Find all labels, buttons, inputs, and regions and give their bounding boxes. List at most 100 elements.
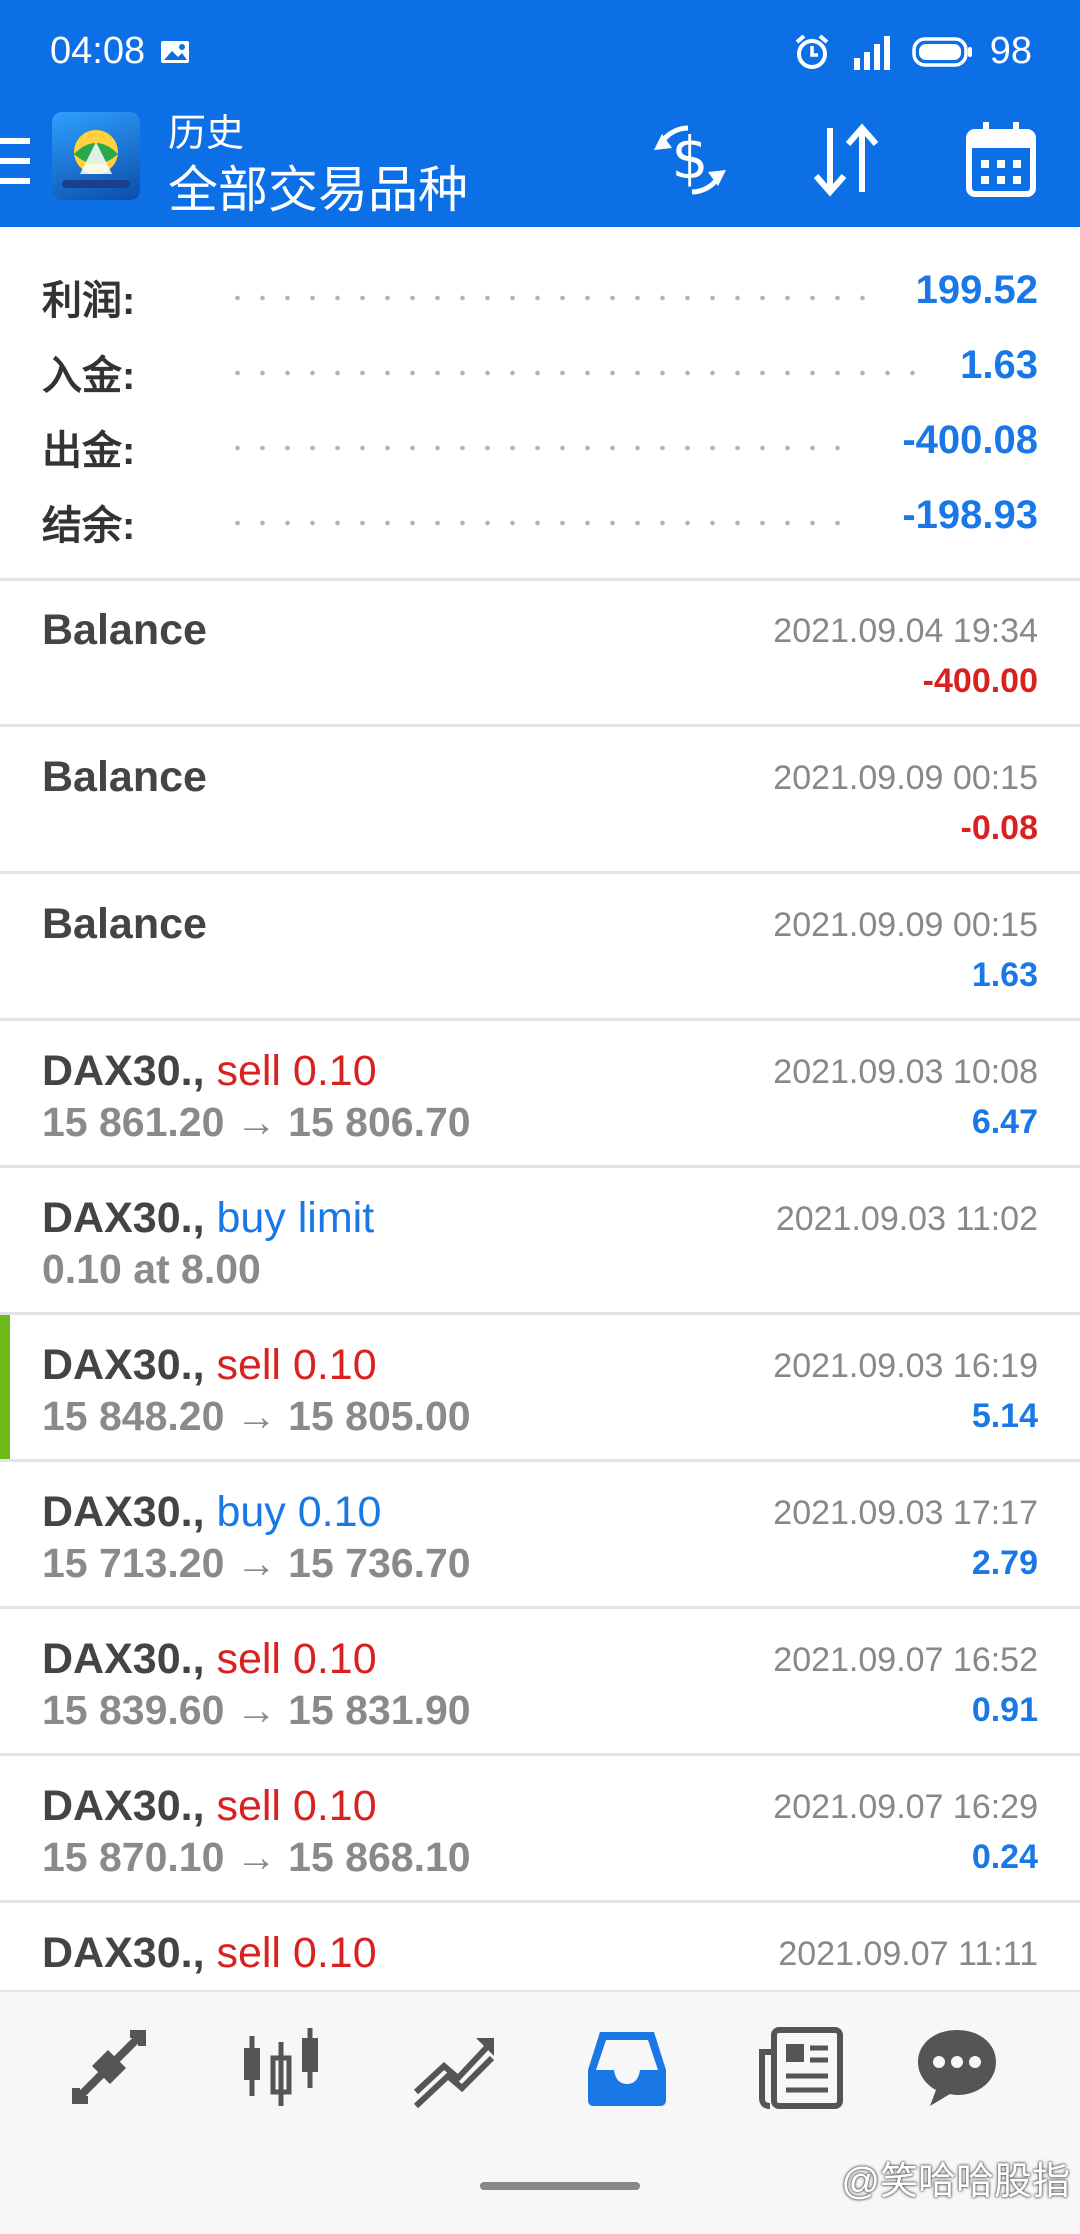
alarm-icon <box>795 33 829 69</box>
image-notification-icon <box>161 41 189 63</box>
summary-withdrawal: 出金: -400.08 <box>0 412 1080 487</box>
menu-icon[interactable] <box>0 136 30 186</box>
battery-icon <box>911 36 972 67</box>
svg-text:$: $ <box>672 124 709 192</box>
deal-symbol: DAX30., <box>42 1635 205 1683</box>
summary-label: 入金: <box>42 354 136 398</box>
deal-prices: 15 861.20 → 15 806.70 <box>42 1099 471 1145</box>
deal-symbol: Balance <box>42 753 207 801</box>
deal-datetime: 2021.09.03 11:02 <box>775 1200 1038 1238</box>
currency-exchange-icon[interactable]: $ <box>648 120 732 200</box>
deal-amount: 6.47 <box>971 1103 1038 1141</box>
summary-value: -198.93 <box>902 493 1038 537</box>
history-row-trade[interactable]: DAX30., sell 0.10 15 839.60 → 15 831.90 … <box>0 1609 1080 1756</box>
history-row-trade-selected[interactable]: DAX30., sell 0.10 15 848.20 → 15 805.00 … <box>0 1315 1080 1462</box>
deal-symbol: Balance <box>42 900 207 948</box>
calendar-icon[interactable] <box>965 120 1037 200</box>
deal-datetime: 2021.09.03 10:08 <box>773 1053 1038 1091</box>
deal-amount: -400.00 <box>922 662 1038 700</box>
history-row-balance[interactable]: Balance 2021.09.09 00:15 1.63 <box>0 874 1080 1021</box>
history-row-balance[interactable]: Balance 2021.09.04 19:34 -400.00 <box>0 580 1080 727</box>
account-summary: 利润: 199.52 入金: 1.63 出金: -400.08 结余: -198… <box>0 262 1080 562</box>
watermark: @笑哈哈股指 <box>841 2161 1070 2203</box>
dot-leader <box>225 370 935 376</box>
summary-value: 199.52 <box>915 268 1038 312</box>
deal-amount: 0.91 <box>971 1691 1038 1729</box>
deal-datetime: 2021.09.03 17:17 <box>773 1494 1038 1532</box>
summary-value: -400.08 <box>902 418 1038 462</box>
deal-title: DAX30., sell 0.10 <box>42 1047 377 1096</box>
history-inbox-icon[interactable] <box>582 2022 672 2112</box>
summary-profit: 利润: 199.52 <box>0 262 1080 337</box>
deal-datetime: 2021.09.09 00:15 <box>773 759 1038 797</box>
deal-symbol: DAX30., <box>42 1341 205 1389</box>
battery-level: 98 <box>989 30 1032 72</box>
deal-amount: 5.14 <box>971 1397 1038 1435</box>
deal-datetime: 2021.09.04 19:34 <box>773 612 1038 650</box>
deal-prices: 15 713.20 → 15 736.70 <box>42 1540 471 1586</box>
status-bar: 04:08 98 <box>0 0 1080 105</box>
deal-title: DAX30., sell 0.10 <box>42 1782 377 1831</box>
history-row-trade[interactable]: DAX30., sell 0.10 15 870.10 → 15 868.10 … <box>0 1756 1080 1903</box>
deal-action: sell 0.10 <box>216 1341 377 1389</box>
status-time: 04:08 <box>50 30 146 72</box>
deal-title: DAX30., sell 0.10 <box>42 1341 377 1390</box>
signal-icon <box>853 35 890 70</box>
deal-datetime: 2021.09.07 11:11 <box>778 1935 1038 1973</box>
deal-symbol: DAX30., <box>42 1194 205 1242</box>
history-row-balance[interactable]: Balance 2021.09.09 00:15 -0.08 <box>0 727 1080 874</box>
summary-label: 出金: <box>42 429 136 473</box>
deal-prices: 0.10 at 8.00 <box>42 1246 261 1292</box>
summary-deposit: 入金: 1.63 <box>0 337 1080 412</box>
dot-leader <box>225 295 885 301</box>
dot-leader <box>225 445 855 451</box>
history-row-trade[interactable]: DAX30., sell 0.10 15 861.20 → 15 806.70 … <box>0 1021 1080 1168</box>
deal-action: sell 0.10 <box>216 1635 377 1683</box>
deal-action: buy 0.10 <box>216 1488 382 1536</box>
summary-label: 利润: <box>42 279 136 323</box>
deal-symbol: DAX30., <box>42 1782 205 1830</box>
gesture-handle[interactable] <box>480 2182 640 2190</box>
deal-symbol: DAX30., <box>42 1929 205 1977</box>
deal-datetime: 2021.09.03 16:19 <box>773 1347 1038 1385</box>
deal-prices: 15 848.20 → 15 805.00 <box>42 1393 471 1439</box>
quotes-arrows-icon[interactable] <box>64 2022 154 2112</box>
toolbar: 历史 全部交易品种 $ <box>0 100 1080 227</box>
summary-label: 结余: <box>42 504 136 548</box>
sort-icon[interactable] <box>808 120 884 200</box>
history-list[interactable]: Balance 2021.09.04 19:34 -400.00 Balance… <box>0 580 1080 2050</box>
deal-action: sell 0.10 <box>216 1047 377 1095</box>
bottom-navigation: @笑哈哈股指 <box>0 1990 1080 2234</box>
deal-title: DAX30., buy 0.10 <box>42 1488 381 1537</box>
summary-balance: 结余: -198.93 <box>0 487 1080 562</box>
metatrader-logo-icon <box>62 130 130 188</box>
chat-icon[interactable] <box>912 2022 1002 2112</box>
deal-amount: -0.08 <box>960 809 1039 847</box>
deal-title: DAX30., sell 0.10 <box>42 1929 377 1978</box>
deal-action: sell 0.10 <box>216 1929 377 1977</box>
deal-datetime: 2021.09.09 00:15 <box>773 906 1038 944</box>
deal-amount: 0.24 <box>971 1838 1038 1876</box>
app-logo <box>52 112 140 200</box>
chart-candles-icon[interactable] <box>236 2022 326 2112</box>
summary-value: 1.63 <box>960 343 1038 387</box>
symbol-filter-title[interactable]: 全部交易品种 <box>168 150 468 222</box>
deal-datetime: 2021.09.07 16:29 <box>773 1788 1038 1826</box>
news-icon[interactable] <box>756 2022 846 2112</box>
history-row-trade[interactable]: DAX30., buy 0.10 15 713.20 → 15 736.70 2… <box>0 1462 1080 1609</box>
deal-symbol: DAX30., <box>42 1488 205 1536</box>
screen-subtitle: 历史 <box>168 113 245 155</box>
deal-symbol: Balance <box>42 606 207 654</box>
selected-marker <box>0 1315 10 1459</box>
dot-leader <box>225 520 855 526</box>
deal-action: sell 0.10 <box>216 1782 377 1830</box>
deal-action: buy limit <box>216 1194 375 1242</box>
deal-datetime: 2021.09.07 16:52 <box>773 1641 1038 1679</box>
deal-symbol: DAX30., <box>42 1047 205 1095</box>
deal-amount: 1.63 <box>971 956 1038 994</box>
deal-title: DAX30., buy limit <box>42 1194 374 1243</box>
deal-prices: 15 870.10 → 15 868.10 <box>42 1834 471 1880</box>
app-header: 04:08 98 历史 全部交易品种 $ <box>0 0 1080 227</box>
trade-icon[interactable] <box>408 2022 498 2112</box>
history-row-order[interactable]: DAX30., buy limit 0.10 at 8.00 2021.09.0… <box>0 1168 1080 1315</box>
